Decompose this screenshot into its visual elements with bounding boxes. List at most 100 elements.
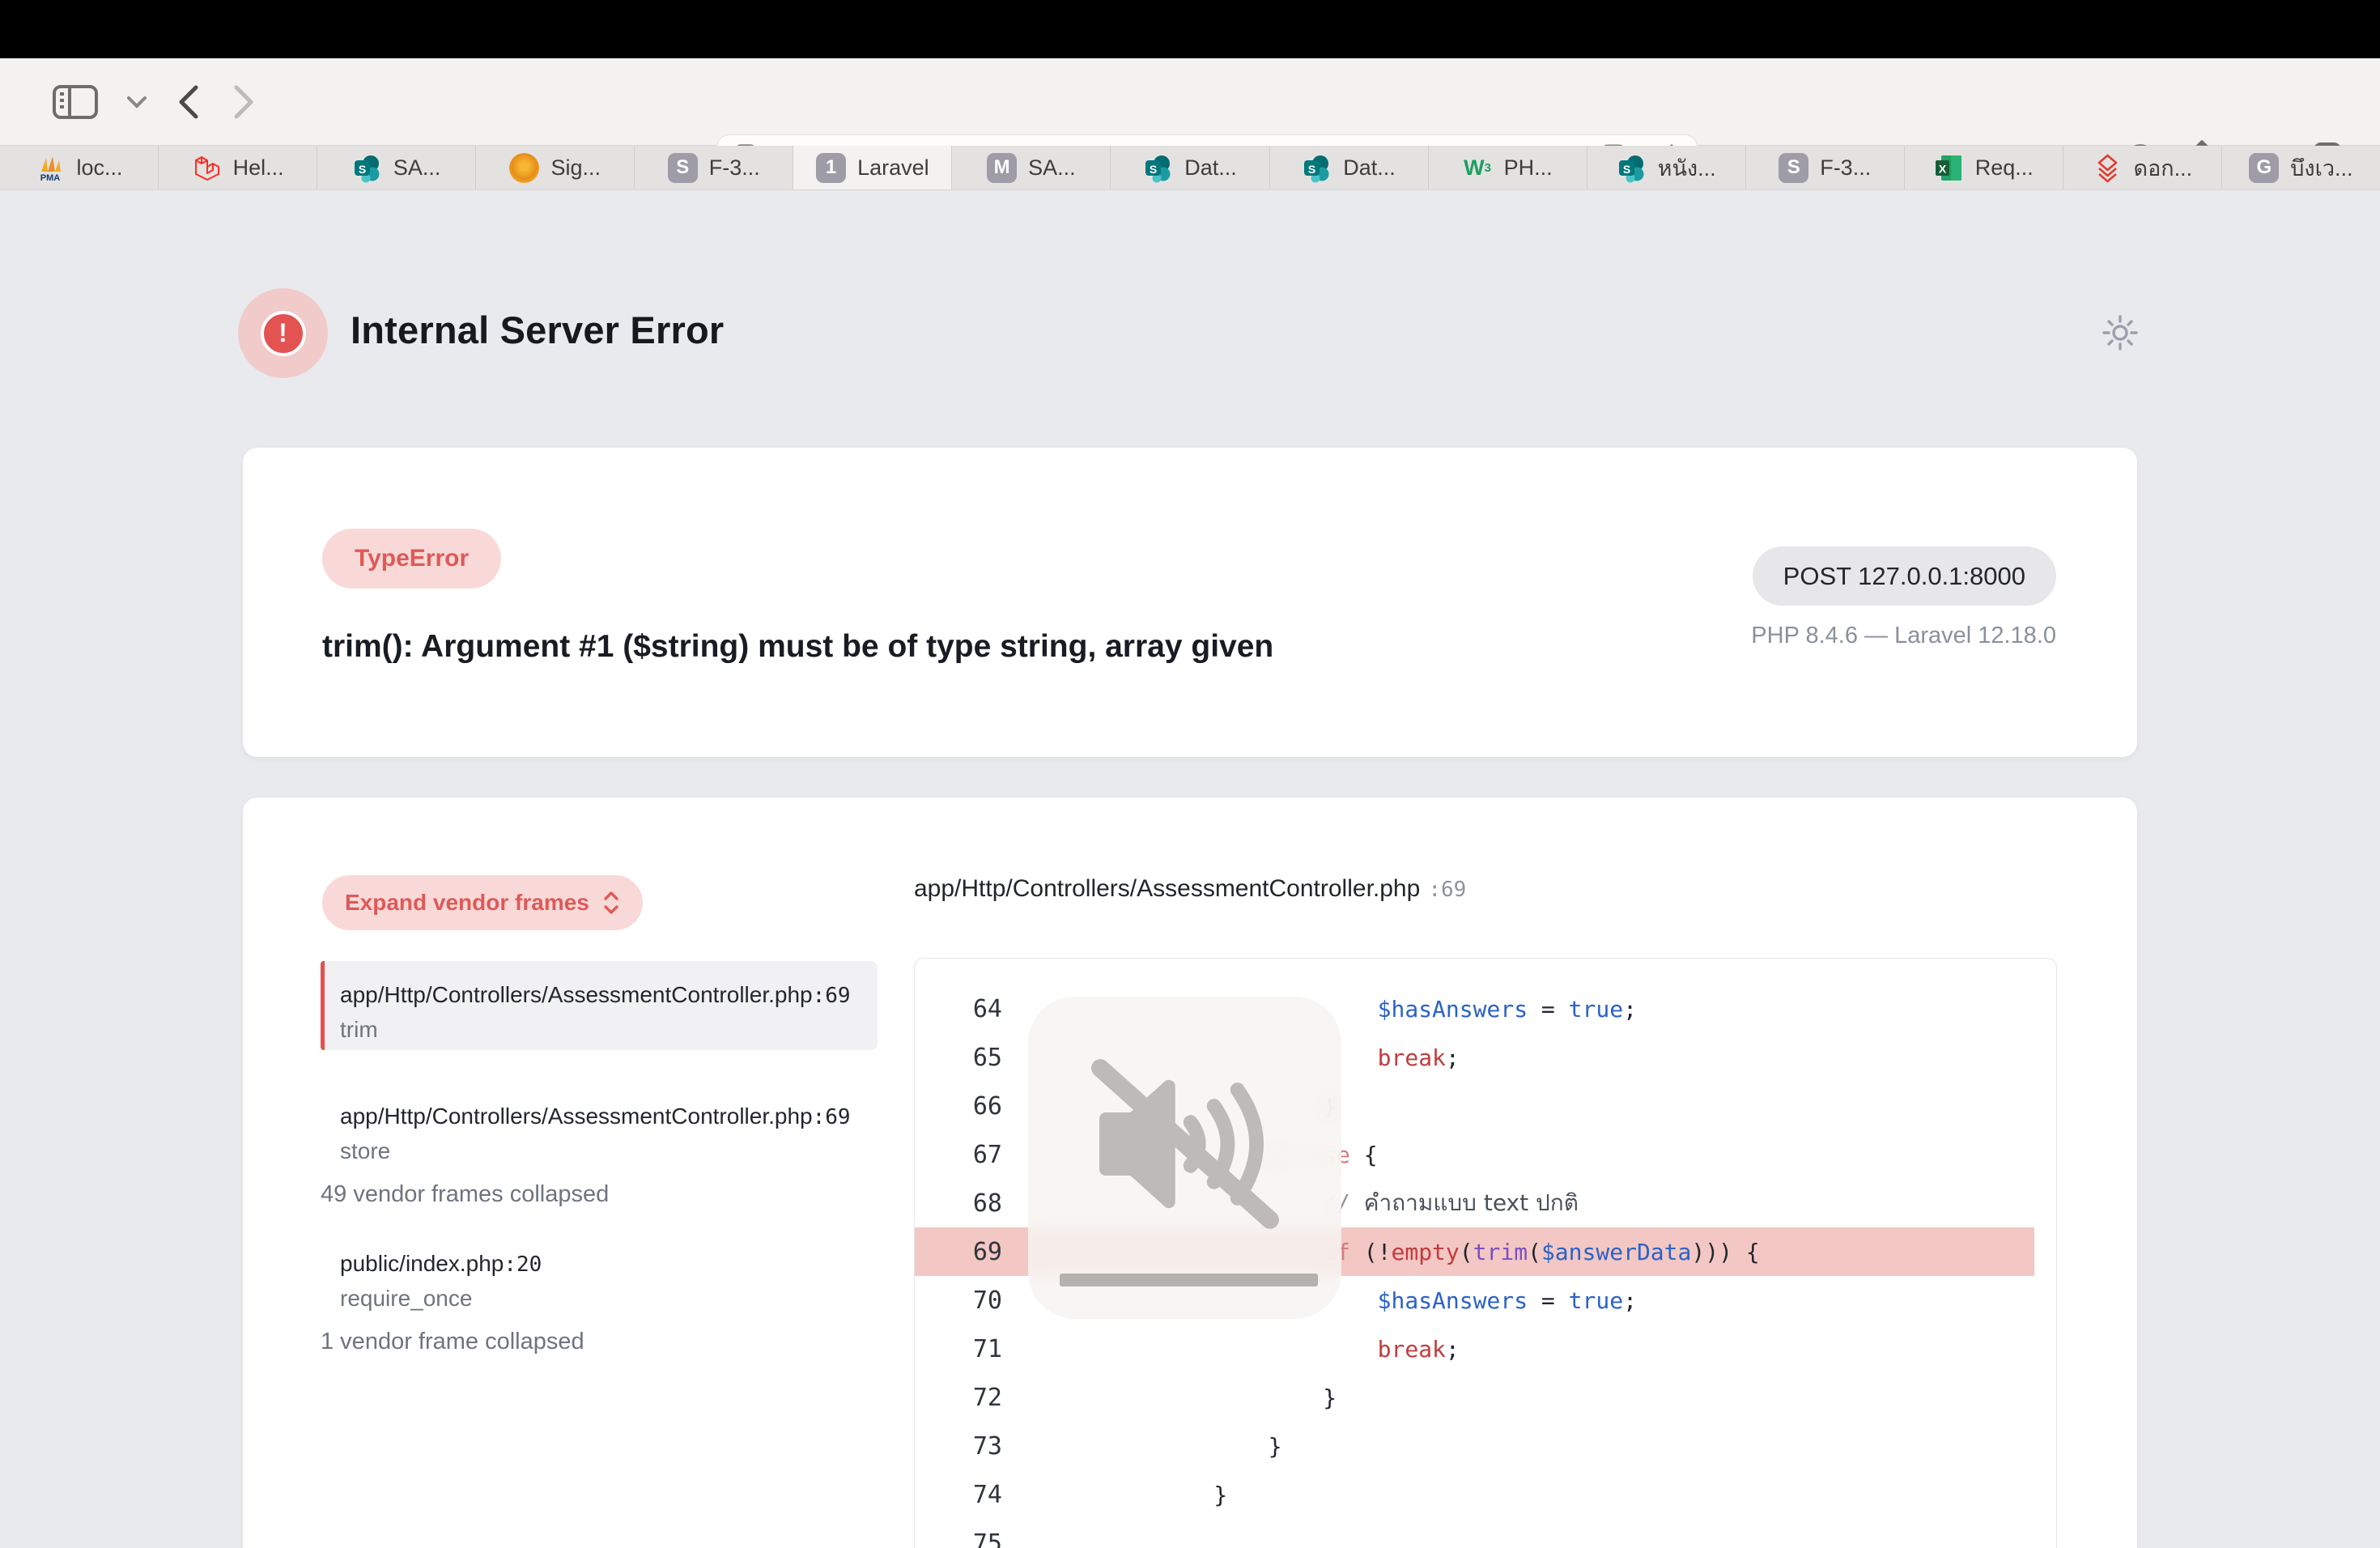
collapsed-frames-note[interactable]: 1 vendor frame collapsed (321, 1329, 584, 1355)
line-number: 66 (915, 1092, 1002, 1121)
page-title: Internal Server Error (351, 308, 724, 352)
badge-favicon: S (668, 153, 698, 183)
browser-tab[interactable]: X Req... (1905, 146, 2063, 189)
mute-speaker-icon (1075, 1050, 1295, 1238)
browser-tab[interactable]: Sig... (476, 146, 635, 189)
laravel-favicon (192, 153, 222, 183)
sharepoint-favicon: S (352, 153, 382, 183)
browser-tab[interactable]: S SA... (317, 146, 476, 189)
pma-favicon: PMA (36, 153, 66, 183)
error-alert-icon: ! (238, 288, 328, 378)
browser-tab[interactable]: S Dat... (1111, 146, 1269, 189)
collapsed-frames-note[interactable]: 49 vendor frames collapsed (321, 1181, 609, 1208)
line-number: 72 (915, 1384, 1002, 1412)
tab-label: Hel... (233, 155, 284, 181)
tab-label: บึงเว... (2290, 151, 2352, 185)
browser-tab[interactable]: G บึงเว... (2222, 146, 2380, 189)
code-file-header: app/Http/Controllers/AssessmentControlle… (914, 875, 1466, 903)
svg-text:PMA: PMA (40, 173, 60, 183)
excel-favicon: X (1934, 153, 1964, 183)
expand-vendor-frames-button[interactable]: Expand vendor frames (322, 875, 643, 930)
tab-label: Dat... (1343, 155, 1396, 181)
svg-text:X: X (1939, 162, 1947, 175)
error-summary-card: TypeError POST 127.0.0.1:8000 trim(): Ar… (243, 448, 2137, 757)
tab-label: Req... (1975, 155, 2034, 181)
browser-tab[interactable]: S Dat... (1270, 146, 1429, 189)
line-code: } (1002, 1384, 1337, 1411)
volume-mute-overlay (1028, 997, 1341, 1319)
sidebar-chevron-down-icon[interactable] (126, 95, 147, 109)
line-number: 65 (915, 1044, 1002, 1072)
tab-label: ดอก... (2134, 151, 2193, 185)
browser-tab[interactable]: S F-3... (1746, 146, 1905, 189)
frame-path: app/Http/Controllers/AssessmentControlle… (340, 1099, 861, 1135)
browser-tab[interactable]: W3 PH... (1429, 146, 1587, 189)
volume-level-bar (1060, 1274, 1318, 1286)
theme-toggle-sun-icon[interactable] (2100, 313, 2140, 353)
code-line: 75 (915, 1519, 2056, 1548)
browser-tab[interactable]: Hel... (159, 146, 317, 189)
sidebar-toggle-button[interactable] (52, 83, 99, 121)
browser-window: 127.0.0.1 A x (0, 0, 2380, 1548)
svg-text:S: S (1308, 163, 1315, 176)
sharepoint-favicon: S (1143, 153, 1173, 183)
frame-method: store (340, 1135, 861, 1167)
code-line: 72 } (915, 1373, 2056, 1422)
line-number: 69 (915, 1238, 1002, 1266)
frame-method: require_once (340, 1282, 861, 1315)
tab-label: loc... (77, 155, 123, 181)
svg-text:S: S (1623, 163, 1630, 176)
svg-text:S: S (1150, 163, 1157, 176)
code-line: 71 break; (915, 1325, 2056, 1373)
line-number: 74 (915, 1481, 1002, 1509)
tab-label: F-3... (709, 155, 760, 181)
browser-tab[interactable]: S F-3... (635, 146, 793, 189)
stack-frame[interactable]: app/Http/Controllers/AssessmentControlle… (321, 961, 878, 1050)
badge-favicon: M (987, 153, 1017, 183)
chevrons-favicon (2093, 153, 2123, 183)
line-code: } (1002, 1482, 1227, 1508)
exception-type-badge: TypeError (322, 529, 501, 589)
frame-method: trim (340, 1014, 861, 1046)
line-number: 70 (915, 1286, 1002, 1315)
forward-button[interactable] (230, 83, 257, 121)
frame-path: public/index.php:20 (340, 1246, 861, 1282)
svg-text:S: S (359, 163, 366, 176)
line-number: 68 (915, 1189, 1002, 1218)
tab-label: PH... (1504, 155, 1553, 181)
code-line: 73 } (915, 1422, 2056, 1470)
code-file-path: app/Http/Controllers/AssessmentControlle… (914, 875, 1420, 902)
line-number: 71 (915, 1335, 1002, 1363)
line-number: 64 (915, 995, 1002, 1023)
exclamation-icon: ! (261, 311, 306, 356)
stack-frame[interactable]: public/index.php:20 require_once (321, 1230, 878, 1308)
w3-favicon: W3 (1463, 153, 1493, 183)
browser-tab[interactable]: PMA loc... (0, 146, 159, 189)
tab-label: Sig... (550, 155, 601, 181)
browser-tab[interactable]: 1 Laravel (793, 146, 952, 189)
back-button[interactable] (175, 83, 202, 121)
browser-toolbar: 127.0.0.1 A x (0, 58, 2380, 146)
badge-favicon: 1 (816, 153, 846, 183)
expand-vendor-frames-label: Expand vendor frames (345, 890, 589, 916)
error-message: trim(): Argument #1 ($string) must be of… (322, 629, 1273, 665)
browser-tab[interactable]: S หนัง... (1587, 146, 1746, 189)
line-code: } (1002, 1433, 1282, 1460)
line-number: 75 (915, 1529, 1002, 1548)
code-file-line: :69 (1428, 878, 1466, 902)
tab-strip: PMA loc... Hel... S SA... Sig... S F-3..… (0, 146, 2380, 190)
tab-label: Laravel (857, 155, 929, 181)
tab-label: Dat... (1184, 155, 1237, 181)
tab-label: SA... (1028, 155, 1076, 181)
frame-path: app/Http/Controllers/AssessmentControlle… (340, 977, 861, 1014)
tab-label: หนัง... (1658, 151, 1716, 185)
browser-tab[interactable]: ดอก... (2063, 146, 2222, 189)
sharepoint-favicon: S (1617, 153, 1647, 183)
expand-collapse-icon (602, 889, 620, 916)
php-laravel-versions: PHP 8.4.6 — Laravel 12.18.0 (1751, 623, 2056, 649)
browser-tab[interactable]: M SA... (952, 146, 1111, 189)
line-number: 67 (915, 1141, 1002, 1169)
line-code: break; (1002, 1336, 1460, 1363)
line-number: 73 (915, 1432, 1002, 1461)
stack-frame[interactable]: app/Http/Controllers/AssessmentControlle… (321, 1082, 878, 1160)
